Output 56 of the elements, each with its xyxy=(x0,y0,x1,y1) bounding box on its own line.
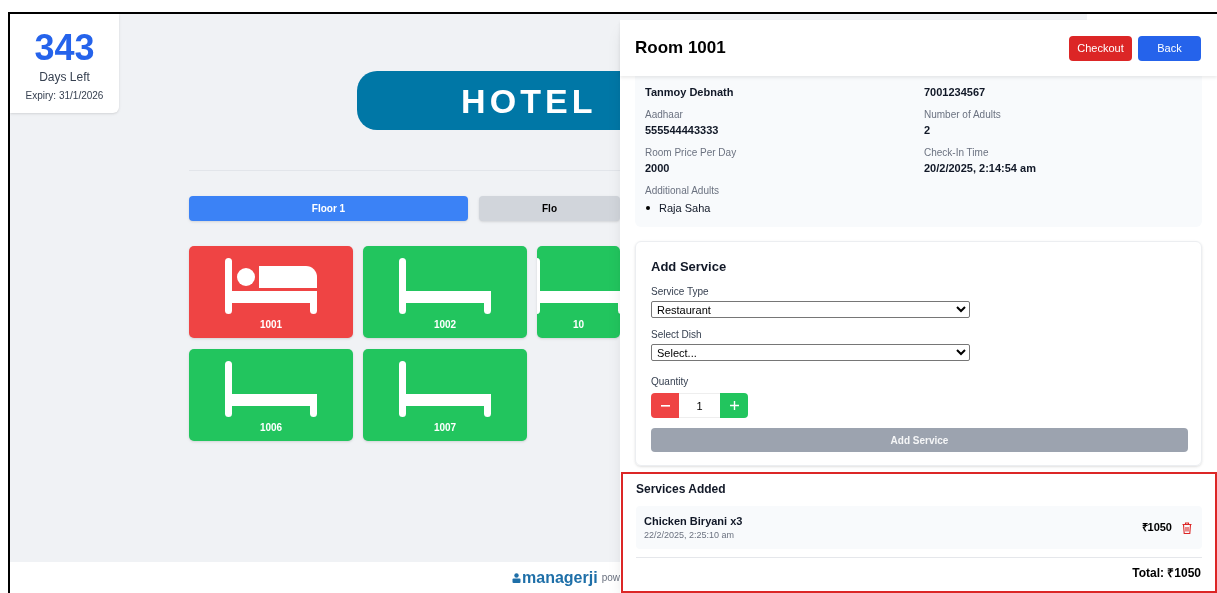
card-title: Add Service xyxy=(651,257,728,276)
plus-icon xyxy=(729,401,739,410)
expiry-date: Expiry: 31/1/2026 xyxy=(25,89,104,103)
bed-icon xyxy=(225,361,317,417)
checkout-button[interactable]: Checkout xyxy=(1069,35,1132,61)
field-value: 20/2/2025, 2:14:54 am xyxy=(924,161,1037,176)
room-card[interactable]: 10 xyxy=(537,246,620,338)
total-amount: Total: ₹1050 xyxy=(1132,565,1201,582)
room-card[interactable]: 1001 xyxy=(189,246,353,338)
service-type-dropdown[interactable]: Restaurant xyxy=(651,301,970,318)
delete-icon[interactable] xyxy=(1182,521,1192,534)
increment-button[interactable] xyxy=(720,393,748,418)
floor-tab[interactable]: Flo xyxy=(479,196,620,221)
service-name: Chicken Biryani x3 xyxy=(644,513,743,529)
field-label: Check-In Time xyxy=(924,146,990,160)
bed-icon xyxy=(399,361,491,417)
floor-tab[interactable]: Floor 1 xyxy=(189,196,468,221)
powered-by-text: pow xyxy=(601,571,620,585)
room-card[interactable]: 1007 xyxy=(363,349,527,441)
field-value: Tanmoy Debnath xyxy=(645,85,735,100)
room-card[interactable]: 1002 xyxy=(363,246,527,338)
days-label: Days Left xyxy=(39,69,90,86)
field-value: 7001234567 xyxy=(924,85,987,100)
service-time: 22/2/2025, 2:25:10 am xyxy=(644,529,736,542)
field-label: Additional Adults xyxy=(645,184,720,198)
field-label: Room Price Per Day xyxy=(645,146,738,160)
days-count: 343 xyxy=(34,30,95,66)
field-label: Number of Adults xyxy=(924,108,1002,122)
person-icon xyxy=(512,572,522,583)
brand-name: managerji xyxy=(522,567,598,588)
room-number: 1007 xyxy=(433,421,457,435)
back-button[interactable]: Back xyxy=(1138,35,1201,61)
field-label: Aadhaar xyxy=(645,108,684,122)
bed-icon xyxy=(399,258,491,314)
field-value: 2 xyxy=(924,123,932,138)
field-label: Quantity xyxy=(651,375,690,389)
field-value: 555544443333 xyxy=(645,123,720,138)
field-value: 2000 xyxy=(645,161,671,176)
room-number: 1001 xyxy=(259,318,283,332)
field-label: Service Type xyxy=(651,285,710,299)
field-label: Select Dish xyxy=(651,328,703,342)
bullet-icon xyxy=(646,206,650,211)
minus-icon xyxy=(660,404,670,407)
service-price: ₹1050 xyxy=(1141,520,1172,536)
room-number: 1006 xyxy=(259,421,283,435)
room-card[interactable]: 1006 xyxy=(189,349,353,441)
banner-title: HOTEL xyxy=(461,83,597,118)
room-number: 1002 xyxy=(433,318,457,332)
room-number: 10 xyxy=(572,318,585,332)
occupied-bed-icon xyxy=(225,258,317,314)
quantity-input[interactable]: 1 xyxy=(679,393,720,418)
room-title: Room 1001 xyxy=(635,37,726,60)
section-title: Services Added xyxy=(636,481,727,498)
dish-dropdown[interactable]: Select... xyxy=(651,344,970,361)
adult-name: Raja Saha xyxy=(659,201,711,216)
decrement-button[interactable] xyxy=(651,393,679,418)
